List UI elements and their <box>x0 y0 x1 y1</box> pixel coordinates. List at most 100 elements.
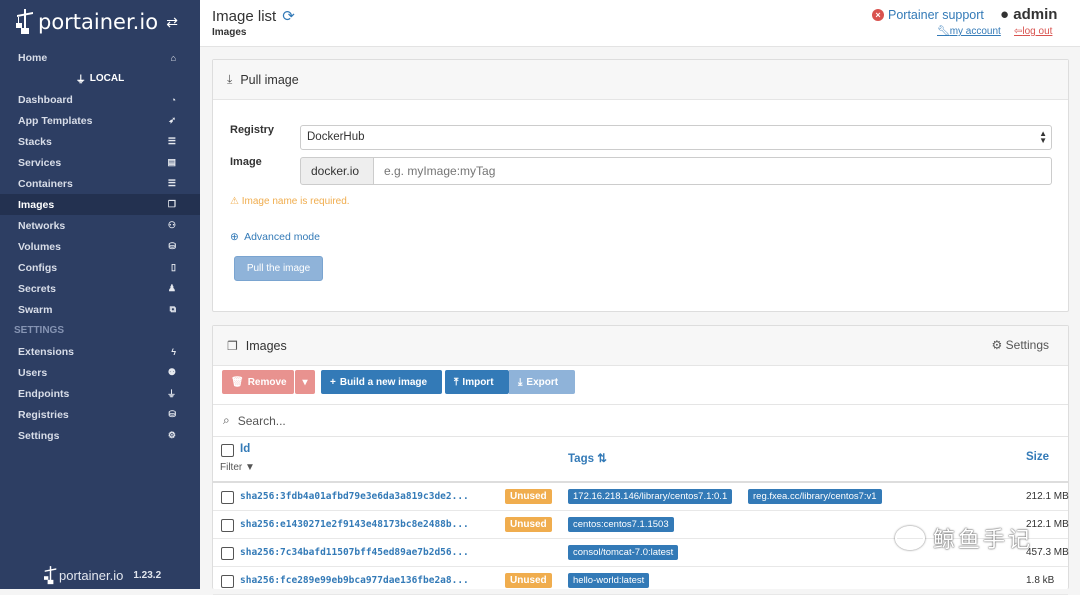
sidebar-item-dashboard[interactable]: Dashboard ◔ <box>0 89 200 110</box>
image-tag: consol/tomcat-7.0:latest <box>568 545 679 560</box>
sidebar-item-secrets[interactable]: Secrets ♟ <box>0 278 200 299</box>
cubes-icon: ⛁ <box>168 241 176 251</box>
row-checkbox[interactable] <box>221 547 234 560</box>
bolt-icon: ϟ <box>171 346 176 357</box>
my-account-label: my account <box>949 26 1001 37</box>
import-label: Import <box>462 376 494 388</box>
filter-toggle[interactable]: Filter ▼ <box>220 462 255 473</box>
portainer-support-link[interactable]: × Portainer support <box>872 8 984 22</box>
sidebar-item-networks[interactable]: Networks ⚇ <box>0 215 200 236</box>
sidebar-footer: portainer.io 1.23.2 <box>44 566 161 585</box>
sidebar-item-label: Dashboard <box>18 93 73 106</box>
sidebar-item-stacks[interactable]: Stacks ☰ <box>0 131 200 152</box>
rocket-icon: ➶ <box>168 115 176 125</box>
breadcrumb: Images <box>212 27 247 38</box>
row-checkbox[interactable] <box>221 491 234 504</box>
sidebar-item-label: Volumes <box>18 240 61 253</box>
sidebar-item-home[interactable]: Home ⌂ <box>0 47 200 68</box>
sidebar-item-label: Services <box>18 156 62 169</box>
image-id-link[interactable]: sha256:7c34bafd11507bff45ed89ae7b2d56... <box>240 547 469 558</box>
remove-dropdown-toggle[interactable]: ▾ <box>295 370 315 394</box>
image-id-link[interactable]: sha256:e1430271e2f9143e48173bc8e2488b... <box>240 519 469 530</box>
sidebar-item-label: App Templates <box>18 114 93 127</box>
table-settings-button[interactable]: ⚙ Settings <box>992 338 1049 352</box>
sidebar-item-label: Containers <box>18 177 73 190</box>
sidebar-item-label: Endpoints <box>18 387 70 400</box>
sidebar-item-containers[interactable]: Containers ☰ <box>0 173 200 194</box>
build-image-button[interactable]: + Build a new image <box>321 370 442 394</box>
pull-image-button[interactable]: Pull the image <box>234 256 323 281</box>
clone-icon: ❐ <box>227 338 238 353</box>
row-checkbox[interactable] <box>221 519 234 532</box>
home-icon: ⌂ <box>170 52 176 63</box>
watermark: 鲸鱼手记 <box>895 522 1033 554</box>
warning-icon: ⚠ <box>230 196 239 207</box>
download-icon: ⤓ <box>227 72 233 86</box>
image-name-input[interactable] <box>373 157 1052 185</box>
sidebar-item-label: Stacks <box>18 135 52 148</box>
sidebar-item-users[interactable]: Users ⚉ <box>0 362 200 383</box>
sidebar-item-services[interactable]: Services ▤ <box>0 152 200 173</box>
users-icon: ⚉ <box>167 367 176 377</box>
globe-icon: ⊕ <box>230 231 239 243</box>
column-id[interactable]: Id <box>240 443 250 455</box>
log-out-link[interactable]: ⇦log out <box>1014 26 1052 37</box>
portainer-crane-icon <box>16 9 33 34</box>
sidebar-item-label: Settings <box>18 429 60 442</box>
clone-icon: ❐ <box>167 199 176 209</box>
refresh-icon[interactable]: ⟳ <box>282 8 295 25</box>
row-checkbox[interactable] <box>221 575 234 588</box>
sidebar-item-label: Networks <box>18 219 66 232</box>
page-title: Image list ⟳ <box>212 7 295 25</box>
build-label: Build a new image <box>339 376 428 388</box>
export-label: Export <box>526 376 559 388</box>
image-size: 212.1 MB <box>1026 491 1069 502</box>
search-bar[interactable]: ⌕ Search... <box>213 404 1068 437</box>
plus-icon: + <box>330 376 336 388</box>
sidebar-item-extensions[interactable]: Extensions ϟ <box>0 341 200 362</box>
image-id-link[interactable]: sha256:fce289e99eb9bca977dae136fbe2a8... <box>240 575 469 586</box>
footer-brand: portainer.io <box>59 568 124 583</box>
remove-button[interactable]: 🗑︎ Remove <box>222 370 294 394</box>
page-title-text: Image list <box>212 8 277 25</box>
unused-badge: Unused <box>505 573 552 588</box>
sidebar-item-swarm[interactable]: Swarm ⧉ <box>0 299 200 320</box>
sidebar-item-volumes[interactable]: Volumes ⛁ <box>0 236 200 257</box>
sidebar-item-label: Registries <box>18 408 69 421</box>
panel-title: Images <box>245 338 287 353</box>
registry-select[interactable]: DockerHub ▲ ▼ <box>300 125 1052 150</box>
my-account-link[interactable]: 🔧︎my account <box>937 26 1001 37</box>
portainer-crane-icon <box>44 566 57 585</box>
sidebar-item-registries[interactable]: Registries ⛁ <box>0 404 200 425</box>
import-button[interactable]: ⤒ Import <box>445 370 509 394</box>
image-tag: centos:centos7.1.1503 <box>568 517 674 532</box>
sidebar-item-label: Configs <box>18 261 58 274</box>
list-icon: ☰ <box>167 136 176 146</box>
image-id-link[interactable]: sha256:3fdb4a01afbd79e3e6da3a819c3de2... <box>240 491 469 502</box>
export-button[interactable]: ⤓ Export <box>509 370 575 394</box>
column-tags[interactable]: Tags ⇅ <box>568 451 607 465</box>
sidebar-item-label: Home <box>18 51 48 64</box>
sidebar-item-app-templates[interactable]: App Templates ➶ <box>0 110 200 131</box>
settings-label: Settings <box>1005 338 1049 352</box>
advanced-mode-link[interactable]: ⊕ Advanced mode <box>230 231 320 243</box>
sidebar-item-settings[interactable]: Settings ⚙ <box>0 425 200 446</box>
file-icon: ▯ <box>171 262 176 272</box>
sidebar-item-configs[interactable]: Configs ▯ <box>0 257 200 278</box>
sidebar-item-label: Extensions <box>18 345 75 358</box>
top-bar: Image list ⟳ Images × Portainer support ● … <box>200 0 1080 47</box>
select-all-checkbox[interactable] <box>221 444 234 457</box>
sidebar-item-endpoints[interactable]: Endpoints ⏚ <box>0 383 200 404</box>
table-row: sha256:fce289e99eb9bca977dae136fbe2a8...… <box>213 567 1068 595</box>
upload-icon: ⤒ <box>454 376 459 388</box>
portainer-logo[interactable]: portainer.io <box>16 6 158 38</box>
log-out-label: log out <box>1022 26 1053 37</box>
sidebar-item-images[interactable]: Images ❐ <box>0 194 200 215</box>
column-size[interactable]: Size <box>1026 451 1049 463</box>
plug-icon: ⏚ <box>75 75 86 86</box>
remove-label: Remove <box>247 376 287 388</box>
image-label: Image <box>230 156 262 168</box>
filter-icon: ▼ <box>245 462 255 473</box>
registry-value: DockerHub <box>307 131 365 143</box>
toggle-sidebar-icon[interactable]: ⇄ <box>166 14 178 31</box>
